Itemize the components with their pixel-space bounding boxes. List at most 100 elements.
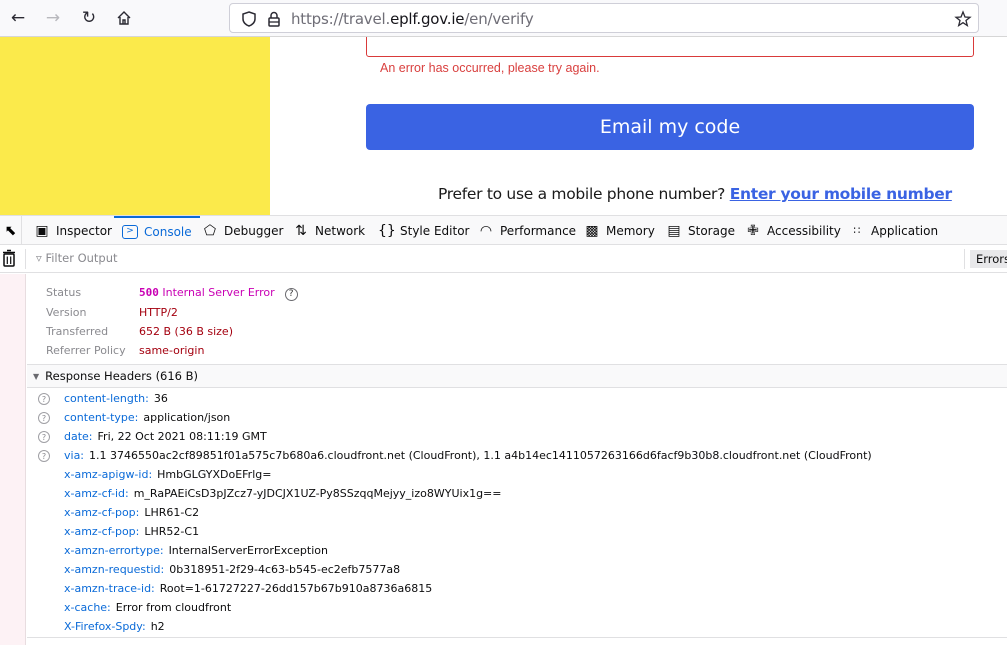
tab-label: Inspector (56, 223, 112, 238)
help-icon[interactable]: ? (284, 287, 298, 301)
trash-icon (3, 249, 15, 267)
mobile-prompt-text: Prefer to use a mobile phone number? (438, 185, 726, 203)
console-filter-bar: ▿ Filter Output Errors (0, 245, 1007, 273)
tab-inspector[interactable]: ▣ Inspector (34, 216, 112, 245)
version-row: Version HTTP/2 (46, 306, 178, 325)
tab-label: Application (871, 223, 939, 238)
header-row: x-amz-apigw-id: HmbGLGYXDoEFrlg= (64, 468, 271, 487)
header-row: x-amz-cf-pop: LHR52-C1 (64, 525, 199, 544)
mobile-prompt: Prefer to use a mobile phone number? Ent… (438, 185, 952, 203)
tab-console[interactable]: > Console (114, 216, 200, 245)
memory-icon: ▩ (585, 222, 599, 239)
header-value: Root=1-61727227-26dd157b67b910a8736a6815 (159, 582, 433, 595)
header-name: date: (64, 430, 93, 443)
tab-label: Memory (606, 223, 655, 238)
header-value: application/json (143, 411, 231, 424)
home-button[interactable] (112, 6, 136, 30)
error-gutter (0, 274, 26, 645)
referrer-row: Referrer Policy same-origin (46, 344, 204, 363)
help-icon[interactable]: ? (38, 431, 50, 443)
version-value: HTTP/2 (139, 306, 178, 319)
help-icon[interactable]: ? (38, 412, 50, 424)
header-name: via: (64, 449, 85, 462)
header-value: InternalServerErrorException (168, 544, 328, 557)
header-row: x-amzn-trace-id: Root=1-61727227-26dd157b… (64, 582, 432, 601)
back-button[interactable]: ← (6, 6, 30, 30)
divider (964, 249, 965, 269)
url-bar[interactable]: https://travel.eplf.gov.ie/en/verify (229, 3, 979, 33)
header-name: x-amzn-requestid: (64, 563, 165, 576)
clear-console-button[interactable] (2, 249, 18, 269)
caret-down-icon: ▼ (33, 371, 40, 381)
header-row: x-amz-cf-id: m_RaPAEiCsD3pJZcz7-yJDCJX1UZ… (64, 487, 502, 506)
arrow-right-icon: → (45, 8, 61, 28)
accessibility-icon: ✙ (747, 222, 759, 239)
console-output: Status 500 Internal Server Error? Versio… (0, 274, 1007, 645)
header-value: 0b318951-2f29-4c63-b545-ec2efb7577a8 (169, 563, 401, 576)
browser-toolbar: ← → ↻ https://travel.eplf.gov.ie/en/veri… (0, 0, 1007, 37)
storage-icon: ▤ (667, 222, 681, 239)
divider (25, 249, 26, 269)
arrow-left-icon: ← (10, 8, 26, 28)
header-name: x-amz-cf-id: (64, 487, 129, 500)
shield-icon (242, 11, 256, 27)
errors-filter-button[interactable]: Errors (970, 250, 1007, 268)
url-prefix: https://travel. (291, 10, 391, 28)
header-row: date: Fri, 22 Oct 2021 08:11:19 GMT (64, 430, 267, 449)
performance-icon: ◠ (479, 222, 493, 239)
transferred-label: Transferred (46, 325, 109, 338)
status-label: Status (46, 286, 82, 299)
filter-placeholder: Filter Output (45, 251, 118, 265)
url-text[interactable]: https://travel.eplf.gov.ie/en/verify (291, 10, 534, 28)
tab-label: Storage (688, 223, 735, 238)
tab-debugger[interactable]: ⬠ Debugger (202, 216, 284, 245)
header-row: content-length: 36 (64, 392, 168, 411)
header-row: via: 1.1 3746550ac2cf89851f01a575c7b680a6… (64, 449, 872, 468)
response-headers-toggle[interactable]: ▼ Response Headers (616 B) (27, 364, 1007, 388)
tab-storage[interactable]: ▤ Storage (666, 216, 735, 245)
tab-label: Performance (500, 223, 577, 238)
transferred-row: Transferred 652 B (36 B size) (46, 325, 233, 344)
tab-network[interactable]: ⇅ Network (293, 216, 365, 245)
help-icon[interactable]: ? (38, 393, 50, 405)
header-row: content-type: application/json (64, 411, 230, 430)
email-my-code-button[interactable]: Email my code (366, 104, 974, 150)
header-row: x-cache: Error from cloudfront (64, 601, 231, 620)
divider (27, 637, 1007, 638)
reload-button[interactable]: ↻ (77, 6, 101, 30)
tab-performance[interactable]: ◠ Performance (478, 216, 576, 245)
network-icon: ⇅ (295, 222, 307, 239)
header-row: x-amzn-requestid: 0b318951-2f29-4c63-b545… (64, 563, 400, 582)
style-editor-icon: {} (378, 222, 396, 239)
header-name: x-amz-apigw-id: (64, 468, 153, 481)
web-page: An error has occurred, please try again.… (0, 37, 1007, 215)
header-name: content-length: (64, 392, 149, 405)
forward-button[interactable]: → (41, 6, 65, 30)
header-row: x-amzn-errortype: InternalServerErrorExce… (64, 544, 328, 563)
tab-memory[interactable]: ▩ Memory (584, 216, 655, 245)
transferred-value: 652 B (36 B size) (139, 325, 233, 338)
header-value: HmbGLGYXDoEFrlg= (157, 468, 272, 481)
version-label: Version (46, 306, 87, 319)
header-value: h2 (150, 620, 165, 633)
inspector-icon: ▣ (35, 222, 49, 239)
header-row: x-amz-cf-pop: LHR61-C2 (64, 506, 199, 525)
devtools-tabbar: ⬉ ▣ Inspector > Console ⬠ Debugger ⇅ Network… (0, 215, 1007, 245)
star-icon[interactable] (954, 10, 972, 28)
filter-output-input[interactable]: ▿ Filter Output (36, 251, 118, 265)
element-picker-button[interactable]: ⬉ (0, 216, 22, 245)
enter-mobile-link[interactable]: Enter your mobile number (730, 185, 952, 203)
help-icon[interactable]: ? (38, 450, 50, 462)
email-field[interactable] (366, 37, 974, 57)
tab-style-editor[interactable]: {} Style Editor (378, 216, 469, 245)
lock-icon (268, 11, 280, 27)
tab-application[interactable]: ∷ Application (849, 216, 939, 245)
header-value: Error from cloudfront (115, 601, 232, 614)
application-icon: ∷ (853, 224, 861, 237)
status-code: 500 (139, 286, 159, 299)
header-value: 36 (153, 392, 168, 405)
picker-icon: ⬉ (4, 222, 17, 239)
header-value: LHR61-C2 (144, 506, 200, 519)
status-row: Status 500 Internal Server Error? (46, 286, 298, 305)
tab-accessibility[interactable]: ✙ Accessibility (745, 216, 841, 245)
